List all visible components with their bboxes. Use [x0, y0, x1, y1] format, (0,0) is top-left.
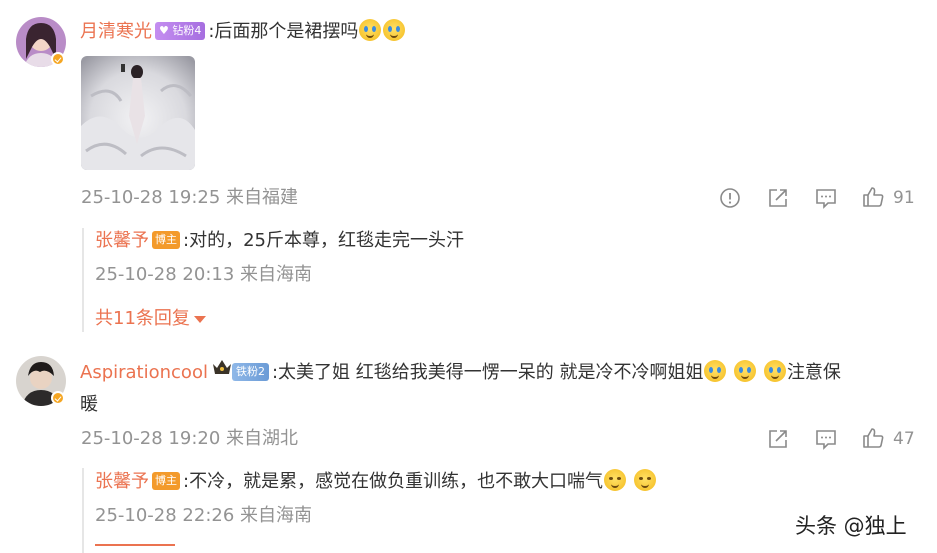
reply-username[interactable]: 张馨予: [95, 471, 149, 492]
like-count: 91: [893, 188, 915, 208]
comment-text-tail: 注意保: [786, 362, 841, 383]
comment-photo[interactable]: [81, 56, 195, 170]
comment-text: :后面那个是裙摆吗: [208, 21, 359, 42]
crying-emoji-icon: [763, 360, 786, 382]
reply-time: 25-10-28 20:13: [95, 264, 235, 285]
more-replies-link[interactable]: 共11条回复: [95, 307, 206, 331]
comment-location: 来自湖北: [226, 428, 299, 449]
sweat-emoji-icon: [633, 469, 656, 491]
reply-username[interactable]: 张馨予: [95, 230, 149, 251]
reply-line: 张馨予 博主:对的，25斤本尊，红毯走完一头汗: [95, 227, 464, 255]
reply-text: :不冷，就是累，感觉在做负重训练，也不敢大口喘气: [183, 471, 604, 492]
reply-meta: 25-10-28 22:26 来自海南: [95, 504, 312, 528]
reply-time: 25-10-28 22:26: [95, 505, 235, 526]
comment-username[interactable]: 月清寒光: [80, 21, 152, 42]
reply-divider: [82, 468, 84, 553]
host-badge: 博主: [152, 472, 180, 490]
fan-badge[interactable]: 铁粉2: [231, 363, 269, 381]
comment-location: 来自福建: [226, 187, 299, 208]
reply-divider: [82, 228, 84, 332]
comment-time: 25-10-28 19:25: [81, 187, 221, 208]
comment-text: :太美了姐 红毯给我美得一愣一呆的 就是冷不冷啊姐姐: [271, 362, 704, 383]
caret-down-icon: [193, 315, 206, 323]
crying-emoji-icon: [359, 19, 382, 41]
verified-badge-icon: [51, 52, 65, 66]
comment-line: 月清寒光 ♥ 钻粉4:后面那个是裙摆吗: [80, 18, 406, 46]
report-icon[interactable]: [719, 187, 741, 209]
comment-meta: 25-10-28 19:25 来自福建: [81, 186, 298, 210]
sweat-emoji-icon: [604, 469, 627, 491]
like-count: 47: [893, 429, 915, 449]
reply-text: :对的，25斤本尊，红毯走完一头汗: [183, 230, 464, 251]
like-icon[interactable]: [862, 427, 884, 449]
host-badge: 博主: [152, 231, 180, 249]
verified-badge-icon: [51, 391, 65, 405]
crown-icon: [212, 360, 231, 374]
like-icon[interactable]: [862, 186, 884, 208]
fan-badge[interactable]: ♥ 钻粉4: [155, 22, 206, 40]
reply-meta: 25-10-28 20:13 来自海南: [95, 263, 312, 287]
more-replies-link-partial[interactable]: [95, 544, 185, 553]
comment-icon[interactable]: [815, 187, 837, 209]
share-icon[interactable]: [767, 187, 789, 209]
share-icon[interactable]: [767, 428, 789, 450]
comment-icon[interactable]: [815, 428, 837, 450]
reply-location: 来自海南: [240, 505, 313, 526]
comment-time: 25-10-28 19:20: [81, 428, 221, 449]
comment-line-2: 暖: [80, 391, 98, 419]
comment-username[interactable]: Aspirationcool: [80, 362, 208, 383]
watermark: 头条 @独上: [795, 514, 907, 538]
comment-meta: 25-10-28 19:20 来自湖北: [81, 427, 298, 451]
crying-emoji-icon: [383, 19, 406, 41]
reply-line: 张馨予 博主:不冷，就是累，感觉在做负重训练，也不敢大口喘气: [95, 468, 657, 496]
comment-line: Aspirationcool 铁粉2:太美了姐 红毯给我美得一愣一呆的 就是冷不冷…: [80, 358, 841, 387]
crying-emoji-icon: [734, 360, 757, 382]
reply-location: 来自海南: [240, 264, 313, 285]
crying-emoji-icon: [704, 360, 727, 382]
comment-text-cont: 暖: [80, 394, 98, 415]
